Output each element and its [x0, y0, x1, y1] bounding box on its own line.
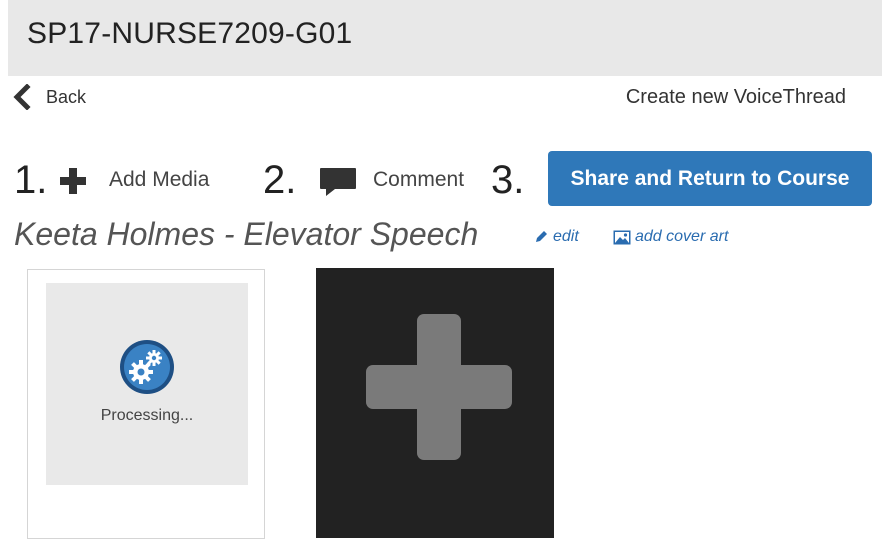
- create-voicethread-link[interactable]: Create new VoiceThread: [626, 86, 846, 109]
- gears-icon: [120, 340, 174, 394]
- pencil-icon: [536, 231, 547, 242]
- plus-icon[interactable]: [58, 166, 88, 196]
- chevron-left-icon: [13, 84, 31, 110]
- media-card[interactable]: Processing...: [27, 269, 265, 539]
- media-thumbnail: Processing...: [46, 283, 248, 485]
- edit-label: edit: [553, 228, 579, 245]
- image-icon: [613, 230, 631, 244]
- cover-art-label: add cover art: [635, 228, 729, 245]
- processing-status: Processing...: [100, 407, 194, 424]
- add-media-button[interactable]: Add Media: [109, 168, 209, 192]
- add-cover-art-link[interactable]: add cover art: [613, 228, 728, 246]
- page-header: SP17-NURSE7209-G01: [8, 0, 882, 76]
- back-button[interactable]: Back: [10, 84, 86, 110]
- thread-title: Keeta Holmes - Elevator Speech: [14, 216, 479, 252]
- step-3-number: 3.: [491, 158, 525, 202]
- edit-title-link[interactable]: edit: [533, 228, 579, 246]
- course-title: SP17-NURSE7209-G01: [27, 17, 353, 50]
- comment-icon[interactable]: [318, 166, 358, 198]
- plus-icon: [366, 314, 512, 460]
- step-1-number: 1.: [14, 158, 48, 202]
- add-media-tile[interactable]: [316, 268, 554, 538]
- back-label: Back: [46, 86, 87, 107]
- comment-button[interactable]: Comment: [373, 168, 464, 192]
- share-return-button[interactable]: Share and Return to Course: [548, 151, 872, 206]
- step-2-number: 2.: [263, 158, 297, 202]
